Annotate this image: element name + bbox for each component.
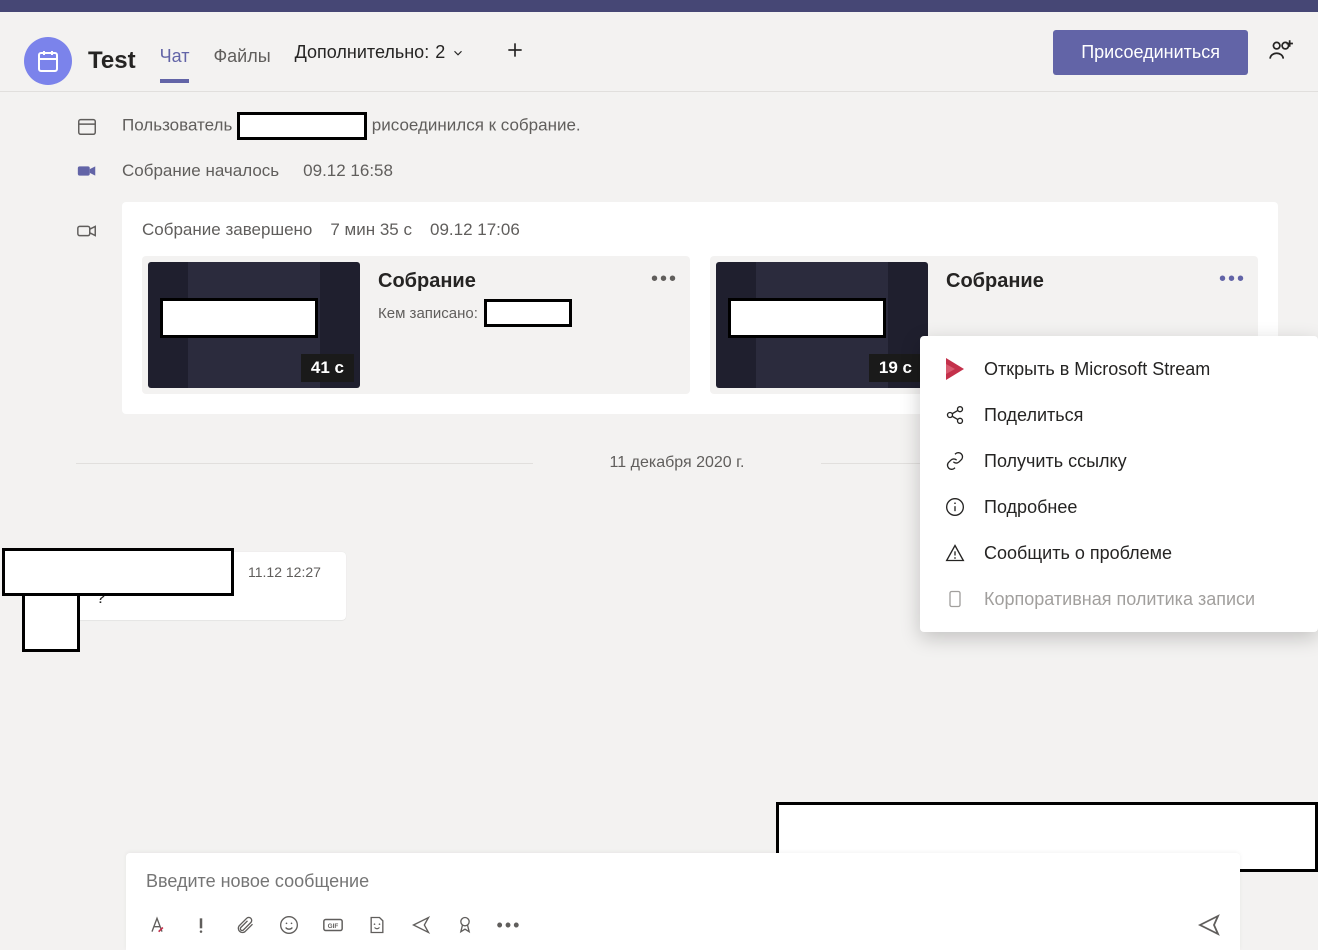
video-icon bbox=[76, 160, 98, 182]
redacted-thumb bbox=[160, 298, 318, 338]
send-button[interactable] bbox=[1198, 914, 1220, 936]
recording-title: Собрание bbox=[946, 270, 1248, 293]
tab-files[interactable]: Файлы bbox=[213, 38, 270, 83]
join-button[interactable]: Присоединиться bbox=[1053, 30, 1248, 75]
add-people-button[interactable] bbox=[1268, 37, 1294, 68]
compose-toolbar: GIF ••• bbox=[146, 914, 1220, 936]
recording-thumbnail: 19 с bbox=[716, 262, 928, 388]
window-titlebar bbox=[0, 0, 1318, 12]
emoji-button[interactable] bbox=[278, 914, 300, 936]
event-joined-suffix: рисоединился к собрание. bbox=[372, 115, 581, 134]
format-button[interactable] bbox=[146, 914, 168, 936]
ribbon-icon bbox=[455, 915, 475, 935]
attach-button[interactable] bbox=[234, 914, 256, 936]
menu-get-link[interactable]: Получить ссылку bbox=[920, 438, 1318, 484]
redacted-thumb bbox=[728, 298, 886, 338]
people-add-icon bbox=[1268, 37, 1294, 63]
meet-now-button[interactable] bbox=[410, 914, 432, 936]
menu-details-label: Подробнее bbox=[984, 497, 1077, 518]
message-time: 11.12 12:27 bbox=[248, 564, 321, 580]
gif-button[interactable]: GIF bbox=[322, 914, 344, 936]
more-dots-icon: ••• bbox=[497, 915, 522, 936]
recording-title: Собрание bbox=[378, 270, 680, 293]
recording-context-menu: Открыть в Microsoft Stream Поделиться По… bbox=[920, 336, 1318, 632]
header-actions: Присоединиться bbox=[1053, 30, 1294, 91]
recording-duration: 19 с bbox=[869, 354, 922, 382]
menu-policy-label: Корпоративная политика записи bbox=[984, 589, 1255, 610]
event-meeting-started: Собрание началось 09.12 16:58 bbox=[76, 160, 1278, 182]
format-icon bbox=[147, 915, 167, 935]
gif-icon: GIF bbox=[322, 914, 344, 936]
meeting-ended-time: 09.12 17:06 bbox=[430, 220, 520, 240]
share-icon bbox=[944, 404, 966, 426]
event-text: Пользователь рисоединился к собрание. bbox=[122, 112, 581, 140]
attach-icon bbox=[235, 915, 255, 935]
menu-open-stream-label: Открыть в Microsoft Stream bbox=[984, 359, 1210, 380]
meeting-avatar-icon bbox=[24, 37, 72, 85]
importance-button[interactable] bbox=[190, 914, 212, 936]
add-tab-button[interactable] bbox=[505, 39, 525, 83]
tab-more-label: Дополнительно: bbox=[295, 42, 430, 63]
redacted-avatar bbox=[22, 592, 80, 652]
recording-duration: 41 с bbox=[301, 354, 354, 382]
video-outline-icon bbox=[76, 220, 98, 242]
tabs: Чат Файлы Дополнительно: 2 bbox=[160, 38, 526, 83]
recording-thumbnail: 41 с bbox=[148, 262, 360, 388]
menu-share[interactable]: Поделиться bbox=[920, 392, 1318, 438]
redacted-sender-name bbox=[2, 548, 234, 596]
more-actions-button[interactable]: ••• bbox=[498, 914, 520, 936]
tab-chat[interactable]: Чат bbox=[160, 38, 190, 83]
info-icon bbox=[944, 496, 966, 518]
sticker-icon bbox=[367, 915, 387, 935]
recording-more-button[interactable]: ••• bbox=[1219, 268, 1246, 291]
recorded-by-label: Кем записано: bbox=[378, 305, 478, 322]
emoji-icon bbox=[279, 915, 299, 935]
menu-get-link-label: Получить ссылку bbox=[984, 451, 1127, 472]
chat-title: Test bbox=[88, 47, 136, 75]
redacted-recorder bbox=[484, 299, 572, 327]
menu-open-stream[interactable]: Открыть в Microsoft Stream bbox=[920, 346, 1318, 392]
event-started-label: Собрание началось bbox=[122, 161, 279, 181]
chevron-down-icon bbox=[451, 46, 465, 60]
document-icon bbox=[944, 588, 966, 610]
stream-icon bbox=[944, 358, 966, 380]
event-user-joined: Пользователь рисоединился к собрание. bbox=[76, 112, 1278, 140]
menu-share-label: Поделиться bbox=[984, 405, 1083, 426]
tab-more[interactable]: Дополнительно: 2 bbox=[295, 42, 466, 79]
compose-input[interactable] bbox=[146, 871, 1220, 892]
send-outline-icon bbox=[411, 915, 431, 935]
calendar-icon bbox=[76, 115, 98, 137]
tab-more-count: 2 bbox=[435, 42, 445, 63]
menu-details[interactable]: Подробнее bbox=[920, 484, 1318, 530]
recording-by: Кем записано: bbox=[378, 299, 680, 327]
redacted-username bbox=[237, 112, 367, 140]
menu-report-label: Сообщить о проблеме bbox=[984, 543, 1172, 564]
svg-text:GIF: GIF bbox=[328, 923, 339, 930]
recording-item[interactable]: 41 с ••• Собрание Кем записано: bbox=[142, 256, 690, 394]
praise-button[interactable] bbox=[454, 914, 476, 936]
link-icon bbox=[944, 450, 966, 472]
plus-icon bbox=[505, 40, 525, 60]
sticker-button[interactable] bbox=[366, 914, 388, 936]
exclamation-icon bbox=[191, 915, 211, 935]
send-icon bbox=[1197, 913, 1221, 937]
chat-header: Test Чат Файлы Дополнительно: 2 Присоеди… bbox=[0, 12, 1318, 92]
menu-report[interactable]: Сообщить о проблеме bbox=[920, 530, 1318, 576]
compose-box: GIF ••• bbox=[126, 853, 1240, 950]
warning-icon bbox=[944, 542, 966, 564]
meeting-ended-duration: 7 мин 35 с bbox=[330, 220, 412, 240]
event-started-time: 09.12 16:58 bbox=[303, 161, 393, 181]
menu-policy: Корпоративная политика записи bbox=[920, 576, 1318, 622]
meeting-ended-label: Собрание завершено bbox=[142, 220, 312, 240]
recording-more-button[interactable]: ••• bbox=[651, 268, 678, 291]
event-joined-prefix: Пользователь bbox=[122, 115, 232, 134]
meeting-ended-header: Собрание завершено 7 мин 35 с 09.12 17:0… bbox=[142, 220, 1258, 240]
